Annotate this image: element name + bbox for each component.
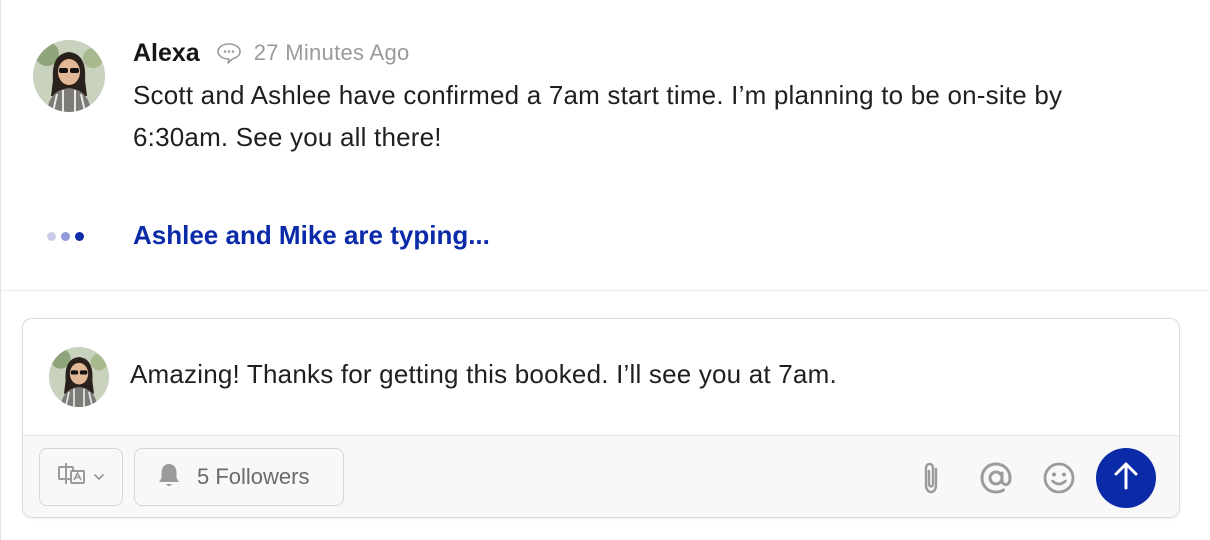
translate-button[interactable] [39, 448, 123, 506]
message-input[interactable]: Amazing! Thanks for getting this booked.… [130, 359, 837, 390]
current-user-avatar [49, 347, 109, 407]
typing-dot [47, 232, 56, 241]
composer-toolbar: 5 Followers [23, 435, 1179, 517]
translate-icon [57, 462, 87, 493]
message-header: Alexa 27 Minutes Ago [133, 36, 410, 70]
send-button[interactable] [1096, 448, 1156, 508]
author-name[interactable]: Alexa [133, 39, 200, 68]
divider [1, 290, 1210, 291]
smiley-icon[interactable] [1039, 458, 1079, 498]
arrow-up-icon [1112, 461, 1140, 496]
message-composer: Amazing! Thanks for getting this booked.… [22, 318, 1180, 518]
author-avatar[interactable] [33, 40, 105, 112]
message-timestamp: 27 Minutes Ago [253, 40, 410, 65]
typing-dot [61, 232, 70, 241]
message-body: Scott and Ashlee have confirmed a 7am st… [133, 80, 1063, 152]
bell-icon [155, 461, 183, 494]
chevron-down-icon [93, 468, 105, 486]
followers-count: 5 Followers [197, 464, 310, 489]
typing-indicator: Ashlee and Mike are typing... [133, 220, 490, 250]
typing-dots-icon [47, 232, 84, 241]
chat-thread: Alexa 27 Minutes Ago Scott and Ashlee ha… [0, 0, 1210, 540]
typing-dot [75, 232, 84, 241]
paperclip-icon[interactable] [911, 458, 951, 498]
followers-button[interactable]: 5 Followers [134, 448, 344, 506]
at-sign-icon[interactable] [976, 458, 1016, 498]
comment-bubble-icon [216, 41, 242, 65]
